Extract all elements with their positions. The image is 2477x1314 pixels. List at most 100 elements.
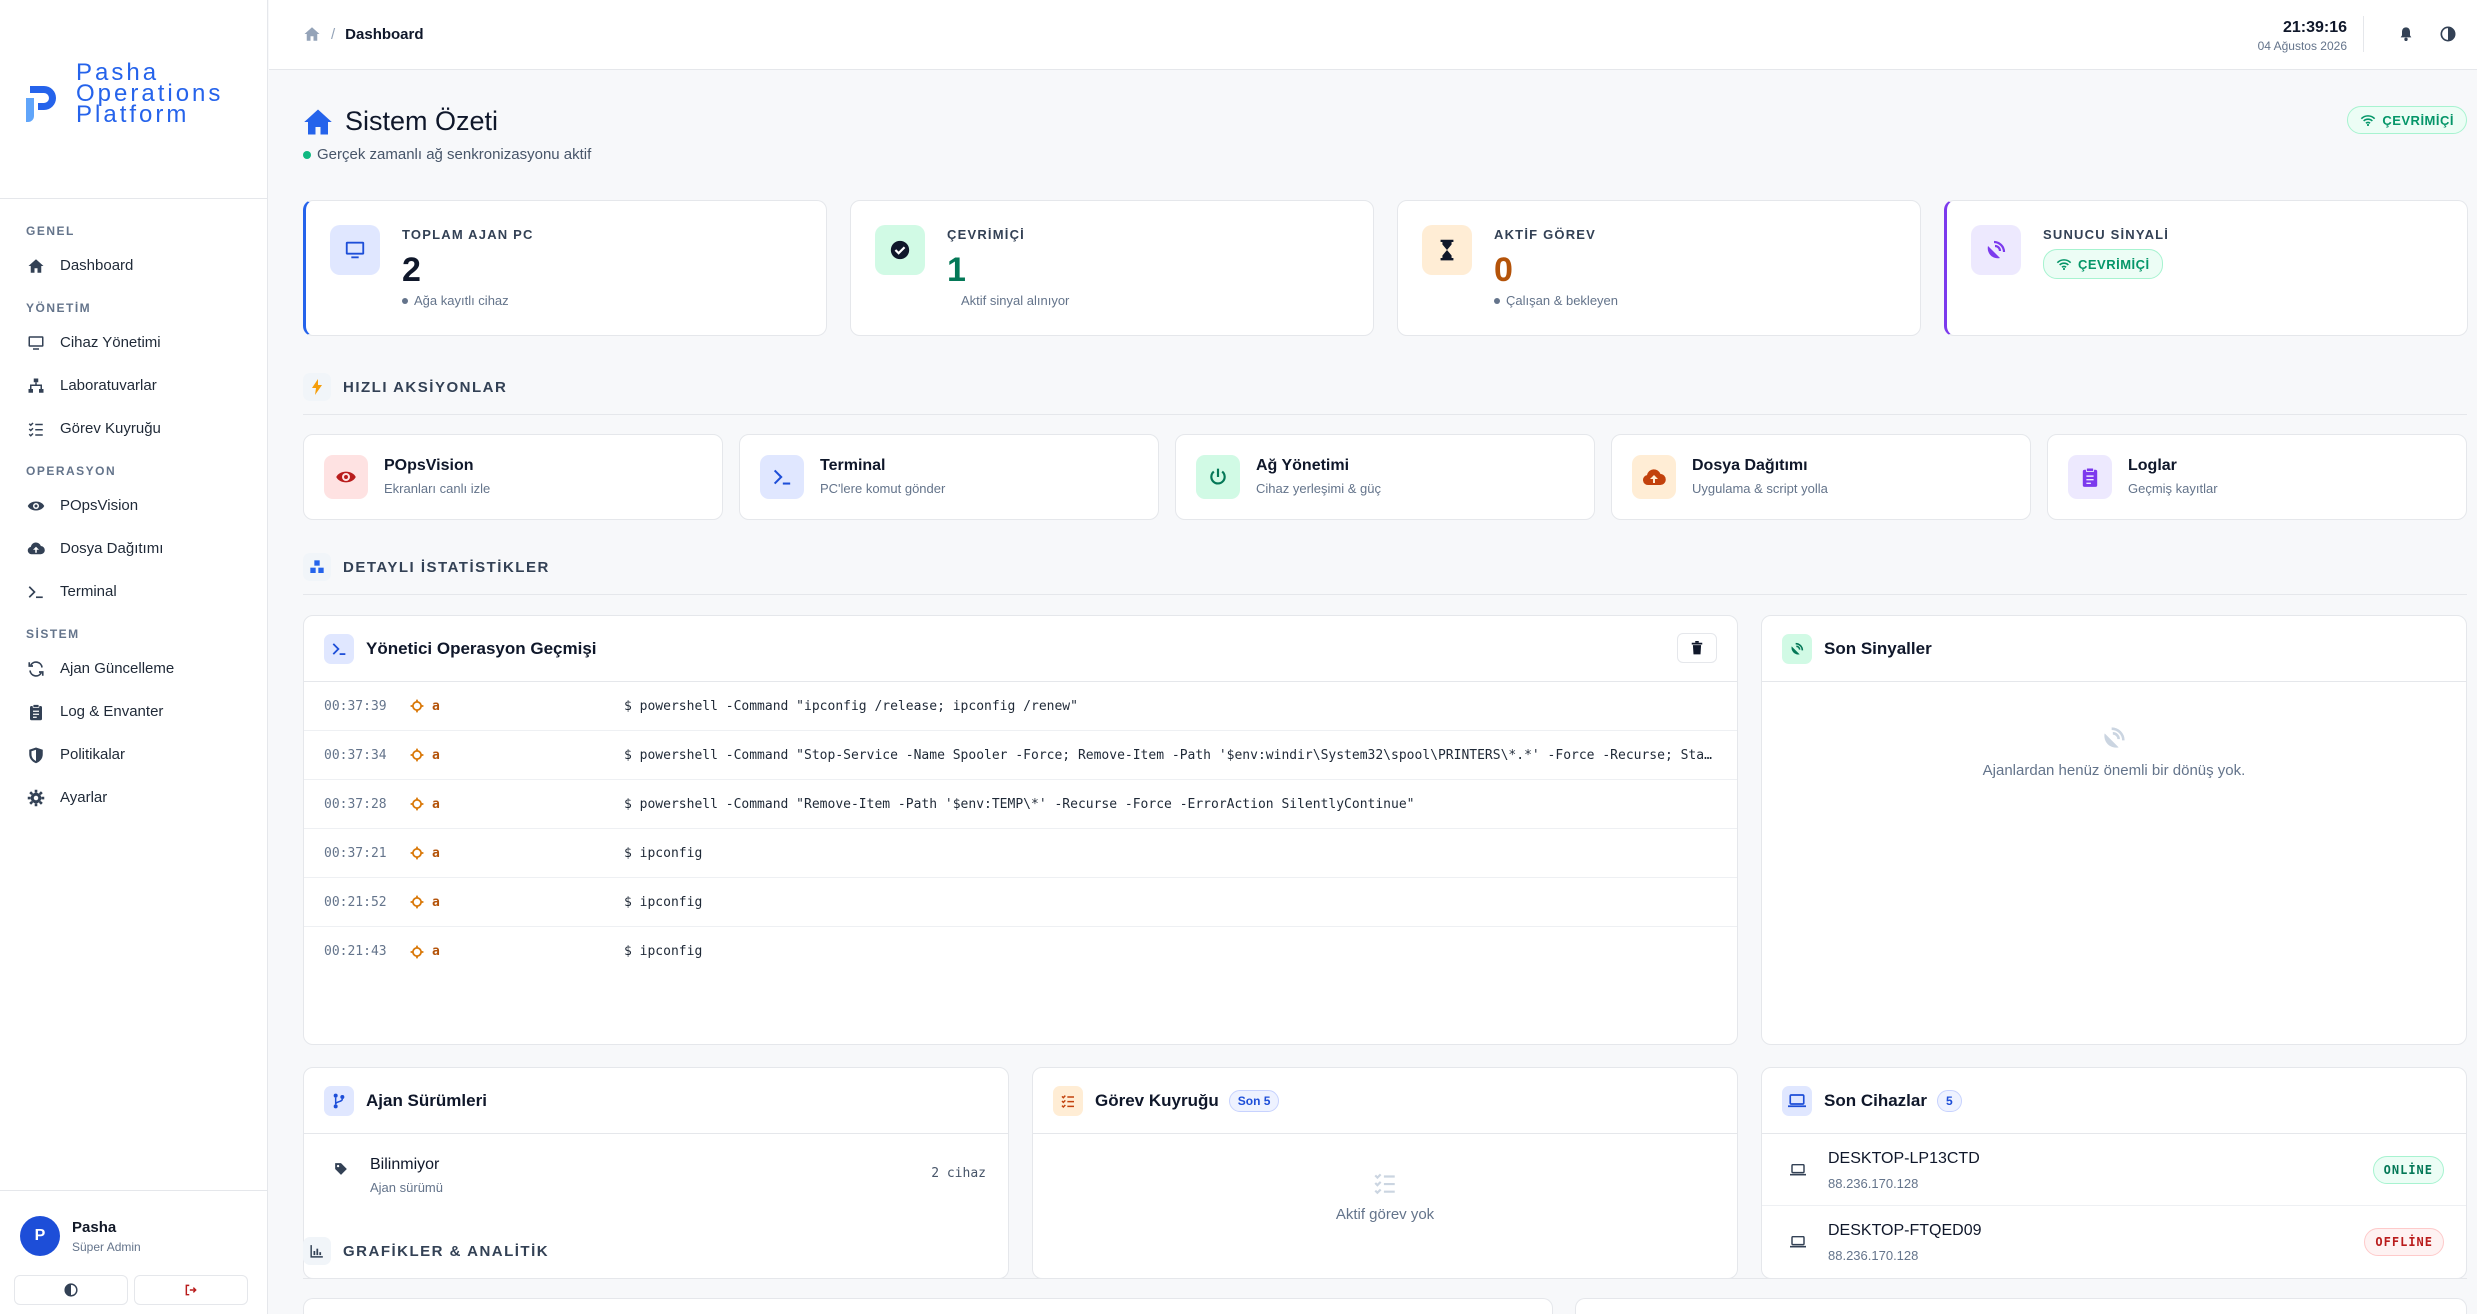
sidebar-item-devices[interactable]: Cihaz Yönetimi [0, 321, 268, 364]
stat-card-active-tasks[interactable]: AKTİF GÖREV 0 Çalışan & bekleyen [1397, 200, 1921, 336]
user-gear-icon [410, 699, 424, 713]
table-row[interactable]: 00:21:52 a $ ipconfig [304, 878, 1737, 927]
device-row[interactable]: DESKTOP-LP13CTD 88.236.170.128 ONLİNE [1762, 1134, 2466, 1206]
sidebar-item-task-queue[interactable]: Görev Kuyruğu [0, 407, 268, 450]
sidebar-item-file-distribution[interactable]: Dosya Dağıtımı [0, 527, 268, 570]
section-title: GRAFİKLER & ANALİTİK [343, 1242, 550, 1260]
sidebar-item-label: Dashboard [60, 257, 134, 274]
op-user: a [410, 846, 440, 861]
empty-state: Ajanlardan henüz önemli bir dönüş yok. [1762, 724, 2466, 779]
table-row[interactable]: 00:37:21 a $ ipconfig [304, 829, 1737, 878]
logo-text: Pasha Operations Platform [76, 61, 223, 127]
empty-state-text: Aktif görev yok [1335, 1206, 1435, 1223]
table-row[interactable]: 00:37:28 a $ powershell -Command "Remove-I… [304, 780, 1737, 829]
cubes-icon [303, 553, 331, 581]
quick-action-subtitle: Geçmiş kayıtlar [2128, 481, 2218, 496]
device-row[interactable]: DESKTOP-FTQED09 88.236.170.128 OFFLİNE [1762, 1206, 2466, 1278]
page-title-text: Sistem Özeti [345, 106, 499, 136]
user-gear-icon [410, 846, 424, 860]
sidebar: Pasha Operations Platform GENEL Dashboar… [0, 0, 268, 1314]
table-row[interactable]: 00:21:43 a $ ipconfig [304, 927, 1737, 976]
clock: 21:39:16 04 Ağustos 2026 [2258, 19, 2347, 53]
status-badge: ÇEVRİMİÇİ [2347, 106, 2467, 134]
list-check-icon [1033, 1170, 1737, 1196]
monitor-icon [26, 333, 46, 353]
theme-toggle-button[interactable] [14, 1275, 128, 1305]
op-user-name: a [432, 698, 440, 714]
sidebar-item-label: Cihaz Yönetimi [60, 334, 161, 351]
sidebar-item-labs[interactable]: Laboratuvarlar [0, 364, 268, 407]
sidebar-item-popsvision[interactable]: POpsVision [0, 484, 268, 527]
stat-card-total-agents[interactable]: TOPLAM AJAN PC 2 Ağa kayıtlı cihaz [303, 200, 827, 336]
quick-action-popsvision[interactable]: POpsVision Ekranları canlı izle [303, 434, 723, 520]
sidebar-item-dashboard[interactable]: Dashboard [0, 244, 268, 287]
section-divider [303, 414, 2467, 415]
sidebar-item-policies[interactable]: Politikalar [0, 733, 268, 776]
op-user: a [410, 748, 440, 763]
section-charts: GRAFİKLER & ANALİTİK [303, 1236, 549, 1266]
quick-action-file-distribution[interactable]: Dosya Dağıtımı Uygulama & script yolla [1611, 434, 2031, 520]
eye-icon [26, 496, 46, 516]
ops-history-list: 00:37:39 a $ powershell -Command "ipconfig… [304, 682, 1737, 976]
user-role: Süper Admin [72, 1239, 141, 1254]
trash-icon [1691, 641, 1703, 655]
breadcrumb-current: Dashboard [345, 25, 424, 43]
page-title: Sistem Özeti [303, 106, 498, 137]
sidebar-item-settings[interactable]: Ayarlar [0, 776, 268, 819]
empty-state-text: Ajanlardan henüz önemli bir dönüş yok. [1982, 762, 2246, 779]
laptop-icon [1782, 1085, 1812, 1116]
sidebar-item-label: Log & Envanter [60, 703, 164, 720]
quick-action-subtitle: Cihaz yerleşimi & güç [1256, 481, 1381, 496]
stat-note: Çalışan & bekleyen [1494, 293, 1618, 308]
sidebar-item-terminal[interactable]: Terminal [0, 570, 268, 613]
sidebar-item-log-inventory[interactable]: Log & Envanter [0, 690, 268, 733]
quick-action-title: POpsVision [384, 457, 474, 474]
table-row[interactable]: 00:37:34 a $ powershell -Command "Stop-Ser… [304, 731, 1737, 780]
recent-signals-card: Son Sinyaller Ajanlardan henüz önemli bi… [1761, 615, 2467, 1045]
stat-card-server-signal[interactable]: SUNUCU SİNYALİ ÇEVRİMİÇİ [1944, 200, 2468, 336]
card-header: Son Sinyaller [1762, 616, 2466, 682]
breadcrumb-separator: / [331, 25, 336, 43]
empty-state: Aktif görev yok [1033, 1170, 1737, 1223]
stat-note: Ağa kayıtlı cihaz [402, 293, 509, 308]
quick-action-logs[interactable]: Loglar Geçmiş kayıtlar [2047, 434, 2467, 520]
count-badge: Son 5 [1228, 1089, 1280, 1112]
stat-card-online[interactable]: ÇEVRİMİÇİ 1 Aktif sinyal alınıyor [850, 200, 1374, 336]
section-title: DETAYLI İSTATİSTİKLER [343, 558, 550, 576]
list-check-icon [1053, 1085, 1083, 1116]
user-profile[interactable]: P Pasha Süper Admin [20, 1216, 141, 1256]
terminal-icon [26, 582, 46, 602]
status-badge: OFFLİNE [2364, 1228, 2444, 1256]
home-icon[interactable] [303, 25, 321, 43]
clock-time: 21:39:16 [2282, 19, 2347, 36]
device-ip: 88.236.170.128 [1828, 1248, 1919, 1263]
theme-toggle-button[interactable] [2437, 23, 2459, 45]
card-title: Son Cihazlar [1824, 1090, 1927, 1110]
eye-icon [324, 455, 368, 499]
nav-group-yonetim: YÖNETİM [26, 301, 92, 315]
app-logo[interactable]: Pasha Operations Platform [24, 61, 223, 127]
notifications-button[interactable] [2395, 23, 2417, 45]
quick-action-network[interactable]: Ağ Yönetimi Cihaz yerleşimi & güç [1175, 434, 1595, 520]
clear-history-button[interactable] [1677, 633, 1717, 663]
sidebar-item-label: Dosya Dağıtımı [60, 540, 164, 557]
sidebar-item-agent-update[interactable]: Ajan Güncelleme [0, 647, 268, 690]
task-queue-card: Görev Kuyruğu Son 5 Aktif görev yok [1032, 1067, 1738, 1279]
clipboard-icon [2068, 455, 2112, 499]
user-name: Pasha [72, 1218, 117, 1236]
version-subtitle: Ajan sürümü [370, 1180, 443, 1195]
tag-icon [335, 1163, 347, 1175]
monitor-icon [330, 225, 380, 275]
hourglass-icon [1422, 225, 1472, 275]
logout-button[interactable] [134, 1275, 248, 1305]
op-command: $ ipconfig [624, 845, 703, 861]
wifi-icon [2361, 115, 2376, 126]
satellite-dish-icon [1971, 225, 2021, 275]
stat-value: 0 [1494, 251, 1513, 289]
breadcrumb: / Dashboard [303, 25, 424, 43]
quick-action-terminal[interactable]: Terminal PC'lere komut gönder [739, 434, 1159, 520]
op-user-name: a [432, 845, 440, 861]
table-row[interactable]: 00:37:39 a $ powershell -Command "ipconfig… [304, 682, 1737, 731]
sidebar-item-label: POpsVision [60, 497, 139, 514]
home-icon [304, 109, 332, 134]
